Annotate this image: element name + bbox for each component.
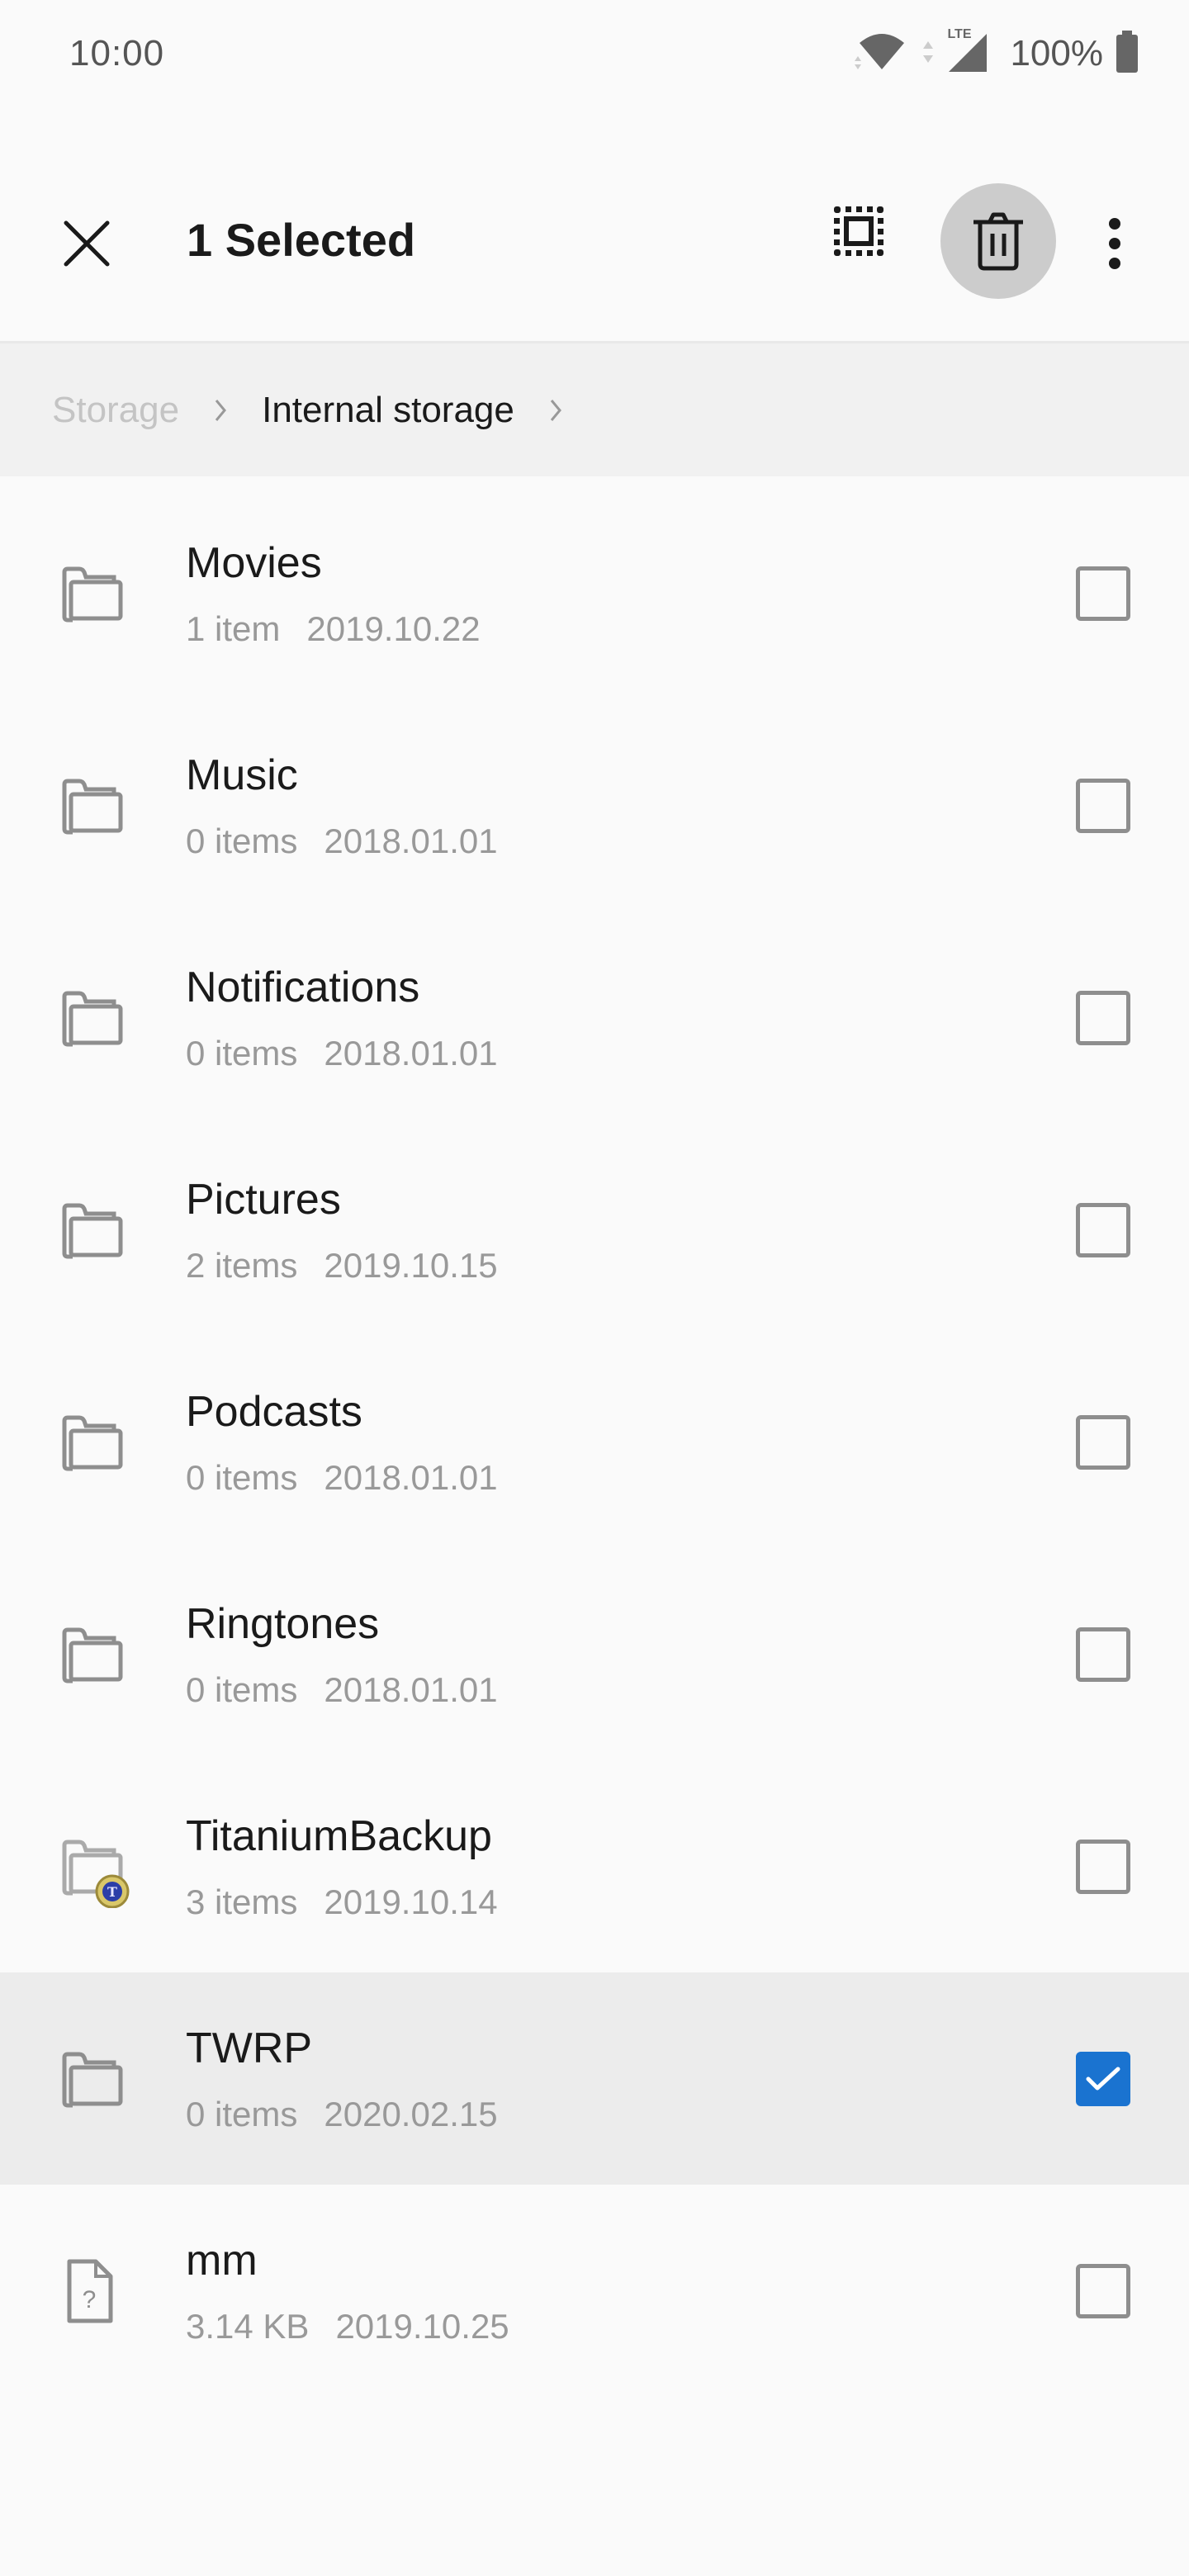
folder-icon [59, 1197, 126, 1263]
file-name: Podcasts [186, 1388, 362, 1436]
file-meta: 0 items 2018.01.01 [186, 1034, 498, 1073]
select-checkbox[interactable] [1076, 566, 1130, 621]
file-name: Movies [186, 539, 322, 587]
delete-button[interactable] [940, 183, 1056, 299]
file-name: Pictures [186, 1176, 341, 1224]
file-row-pictures[interactable]: Pictures 2 items 2019.10.15 [0, 1124, 1189, 1336]
svg-text:?: ? [83, 2286, 97, 2313]
item-count: 0 items [186, 2095, 298, 2133]
selection-count-title: 1 Selected [187, 214, 416, 266]
modified-date: 2018.01.01 [324, 1034, 498, 1073]
item-count: 2 items [186, 1246, 298, 1285]
select-checkbox[interactable] [1076, 990, 1130, 1045]
file-row-titaniumbackup[interactable]: T TitaniumBackup 3 items 2019.10.14 [0, 1760, 1189, 1972]
select-checkbox[interactable] [1076, 1627, 1130, 1682]
file-size: 3.14 KB [186, 2307, 310, 2346]
file-name: Notifications [186, 964, 420, 1011]
select-all-icon [834, 206, 883, 256]
folder-icon [59, 561, 126, 627]
titanium-backup-badge-icon: T [95, 1874, 130, 1908]
file-row-ringtones[interactable]: Ringtones 0 items 2018.01.01 [0, 1548, 1189, 1760]
close-selection-button[interactable] [50, 206, 124, 281]
modified-date: 2019.10.14 [324, 1882, 498, 1921]
item-count: 0 items [186, 1034, 298, 1073]
battery-icon [1115, 30, 1139, 78]
file-name: Ringtones [186, 1600, 380, 1648]
status-icons: LTE 100% [853, 27, 1139, 78]
modified-date: 2019.10.15 [324, 1246, 498, 1285]
select-checkbox[interactable] [1076, 2263, 1130, 2318]
network-type-label: LTE [947, 26, 972, 41]
unknown-file-icon: ? [59, 2258, 126, 2324]
file-name: TWRP [186, 2024, 313, 2072]
file-meta: 3 items 2019.10.14 [186, 1882, 498, 1922]
modified-date: 2019.10.25 [335, 2307, 509, 2346]
select-checkbox[interactable] [1076, 1839, 1130, 1894]
file-name: mm [186, 2237, 258, 2285]
file-meta: 2 items 2019.10.15 [186, 1246, 498, 1286]
select-checkbox[interactable] [1076, 1202, 1130, 1257]
status-time: 10:00 [69, 33, 165, 73]
select-all-button[interactable] [822, 194, 896, 268]
item-count: 1 item [186, 609, 281, 648]
breadcrumb-storage[interactable]: Storage [52, 390, 179, 431]
more-options-button[interactable] [1090, 202, 1139, 285]
file-meta: 0 items 2018.01.01 [186, 1458, 498, 1498]
status-bar: 10:00 LTE 100% [0, 0, 1189, 107]
file-meta: 1 item 2019.10.22 [186, 609, 481, 649]
file-row-podcasts[interactable]: Podcasts 0 items 2018.01.01 [0, 1336, 1189, 1548]
file-row-music[interactable]: Music 0 items 2018.01.01 [0, 699, 1189, 912]
chevron-right-icon [549, 398, 562, 423]
selection-action-bar: 1 Selected [0, 107, 1189, 343]
mobile-data-icon [922, 40, 934, 69]
modified-date: 2018.01.01 [324, 1458, 498, 1497]
file-list: Movies 1 item 2019.10.22 Music 0 items 201… [0, 487, 1189, 2397]
file-row-mm[interactable]: ? mm 3.14 KB 2019.10.25 [0, 2185, 1189, 2397]
modified-date: 2019.10.22 [306, 609, 481, 648]
svg-text:T: T [107, 1884, 117, 1900]
chevron-right-icon [214, 398, 227, 423]
file-meta: 0 items 2020.02.15 [186, 2095, 498, 2134]
file-meta: 3.14 KB 2019.10.25 [186, 2307, 509, 2346]
modified-date: 2020.02.15 [324, 2095, 498, 2133]
app-folder-icon: T [59, 1834, 130, 1908]
more-vert-icon [1109, 218, 1120, 269]
file-row-twrp[interactable]: TWRP 0 items 2020.02.15 [0, 1972, 1189, 2185]
file-name: Music [186, 751, 298, 799]
breadcrumb-internal-storage[interactable]: Internal storage [262, 390, 514, 431]
item-count: 0 items [186, 822, 298, 860]
modified-date: 2018.01.01 [324, 822, 498, 860]
signal-icon: LTE [945, 27, 990, 78]
item-count: 0 items [186, 1458, 298, 1497]
file-meta: 0 items 2018.01.01 [186, 1670, 498, 1710]
file-meta: 0 items 2018.01.01 [186, 822, 498, 861]
trash-icon [973, 212, 1023, 271]
close-icon [64, 220, 110, 267]
select-checkbox-checked[interactable] [1076, 2051, 1130, 2106]
folder-icon [59, 1622, 126, 1688]
file-name: TitaniumBackup [186, 1812, 492, 1860]
folder-icon [59, 1409, 126, 1475]
modified-date: 2018.01.01 [324, 1670, 498, 1709]
checkmark-icon [1086, 2067, 1120, 2090]
file-row-notifications[interactable]: Notifications 0 items 2018.01.01 [0, 912, 1189, 1124]
wifi-icon [853, 31, 911, 77]
select-checkbox[interactable] [1076, 1414, 1130, 1470]
breadcrumb: Storage Internal storage [0, 341, 1189, 476]
folder-icon [59, 2046, 126, 2112]
file-row-movies[interactable]: Movies 1 item 2019.10.22 [0, 487, 1189, 699]
item-count: 3 items [186, 1882, 298, 1921]
select-checkbox[interactable] [1076, 778, 1130, 833]
battery-percent: 100% [1010, 33, 1103, 73]
item-count: 0 items [186, 1670, 298, 1709]
folder-icon [59, 773, 126, 839]
folder-icon [59, 985, 126, 1051]
